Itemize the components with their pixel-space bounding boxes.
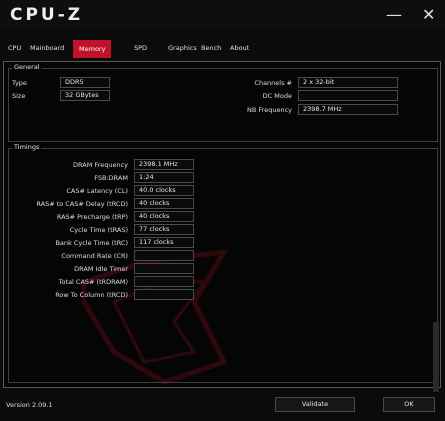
minimize-button[interactable]: — <box>386 5 402 24</box>
tab-about[interactable]: About <box>230 44 249 52</box>
tab-graphics[interactable]: Graphics <box>168 44 197 52</box>
timing-label: RAS# Precharge (tRP) <box>56 213 128 221</box>
timing-label: Cycle Time (tRAS) <box>69 226 128 234</box>
timings-group-title: Timings <box>12 143 42 151</box>
channels-value: 2 x 32-bit <box>298 77 398 88</box>
close-button[interactable]: ✕ <box>422 5 435 24</box>
timing-value <box>134 276 194 287</box>
scrollbar[interactable] <box>433 322 439 392</box>
title-bar: CPU-Z — ✕ <box>0 0 445 30</box>
timing-label: Command Rate (CR) <box>61 252 128 260</box>
footer-bar: Version 2.09.1 Validate OK <box>0 391 445 421</box>
timing-label: DRAM Idle Timer <box>74 265 128 273</box>
timing-value: 77 clocks <box>134 224 194 235</box>
ok-button[interactable]: OK <box>383 397 435 412</box>
size-value: 32 GBytes <box>60 90 110 101</box>
nb-frequency-value: 2398.7 MHz <box>298 104 398 115</box>
validate-button[interactable]: Validate <box>275 397 355 412</box>
timing-value: 40 clocks <box>134 198 194 209</box>
tab-mainboard[interactable]: Mainboard <box>30 44 64 52</box>
timing-label: Bank Cycle Time (tRC) <box>55 239 128 247</box>
timing-value: 40 clocks <box>134 211 194 222</box>
timing-label: Total CAS# (tRDRAM) <box>58 278 128 286</box>
size-label: Size <box>12 92 26 100</box>
timing-label: Row To Column (tRCD) <box>55 291 128 299</box>
timing-label: RAS# to CAS# Delay (tRCD) <box>36 200 128 208</box>
tab-memory[interactable]: Memory <box>73 40 112 58</box>
timing-label: FSB:DRAM <box>94 174 128 182</box>
tab-spd[interactable]: SPD <box>134 44 147 52</box>
tab-cpu[interactable]: CPU <box>8 44 21 52</box>
tab-bar: CPU Mainboard Memory SPD Graphics Bench … <box>0 40 445 60</box>
timing-label: CAS# Latency (CL) <box>66 187 128 195</box>
type-label: Type <box>12 79 27 87</box>
app-logo: CPU-Z <box>10 5 84 25</box>
timing-value <box>134 250 194 261</box>
memory-panel: General Type DDR5 Size 32 GBytes Channel… <box>3 61 441 392</box>
version-text: Version 2.09.1 <box>6 401 53 409</box>
timing-value <box>134 263 194 274</box>
timing-value <box>134 289 194 300</box>
dc-mode-value <box>298 90 398 101</box>
timing-value: 1:24 <box>134 172 194 183</box>
timing-label: DRAM Frequency <box>73 161 128 169</box>
timing-value: 2398.1 MHz <box>134 159 194 170</box>
timing-value: 40.0 clocks <box>134 185 194 196</box>
timing-value: 117 clocks <box>134 237 194 248</box>
dc-mode-label: DC Mode <box>262 92 292 100</box>
type-value: DDR5 <box>60 77 110 88</box>
tab-bench[interactable]: Bench <box>201 44 221 52</box>
channels-label: Channels # <box>254 79 292 87</box>
nb-frequency-label: NB Frequency <box>247 106 292 114</box>
general-group-title: General <box>12 63 42 71</box>
